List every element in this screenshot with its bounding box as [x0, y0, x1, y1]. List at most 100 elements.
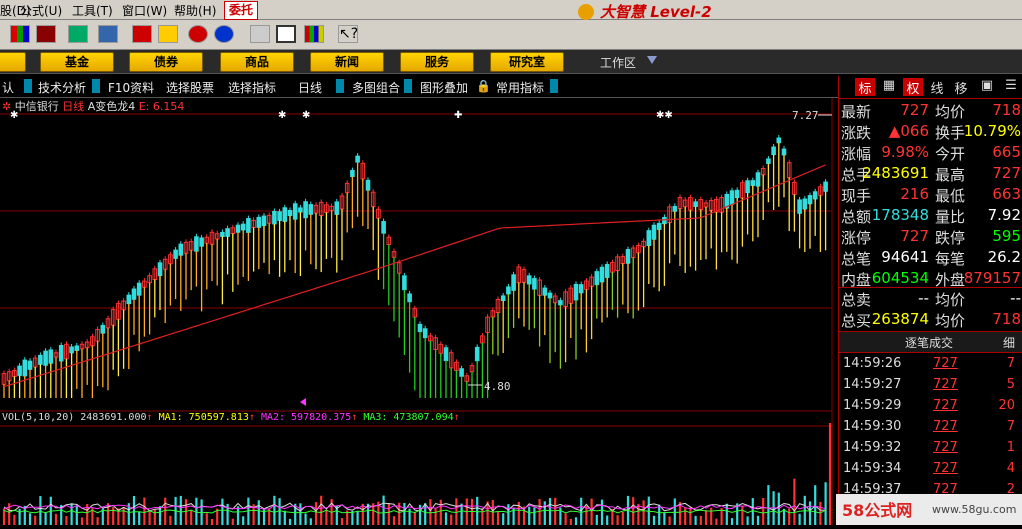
- quote-value: 879157: [963, 269, 1021, 287]
- tab-move[interactable]: 移: [951, 78, 971, 97]
- nav-button-0[interactable]: [0, 52, 26, 72]
- flag-icon[interactable]: [10, 25, 30, 43]
- period-label: 日线: [62, 100, 85, 113]
- candle-body: [58, 344, 64, 362]
- quote-value: 216: [900, 185, 929, 203]
- indicator-name[interactable]: A变色龙4: [88, 100, 136, 113]
- nav-button-fund[interactable]: 基金: [40, 52, 114, 72]
- gear-icon[interactable]: ✲: [2, 100, 11, 113]
- quote-row: 总卖 -- 均价 --: [839, 288, 1022, 309]
- menu-window[interactable]: 窗口(W): [122, 2, 167, 19]
- nav-button-research[interactable]: 研究室: [490, 52, 564, 72]
- nav-button-commodity[interactable]: 商品: [220, 52, 294, 72]
- candle-body: [334, 201, 340, 215]
- tab-select-stock[interactable]: 选择股票: [166, 79, 214, 96]
- menu-help[interactable]: 帮助(H): [174, 2, 216, 19]
- menu-formula[interactable]: 公式(U): [20, 2, 62, 19]
- nav-button-bond[interactable]: 债券: [129, 52, 203, 72]
- quote-label: 换手: [935, 124, 966, 142]
- tick-volume: 20: [998, 398, 1015, 413]
- quote-value: 263874: [871, 310, 929, 328]
- tab-arrow-icon[interactable]: [550, 79, 558, 93]
- window-icon[interactable]: [276, 25, 296, 43]
- quote-value: 10.79%: [963, 122, 1021, 140]
- quote-row: 内盘 604534 外盘 879157: [839, 268, 1022, 289]
- chart-header: ✲ 中信银行 日线 A变色龙4 E: 6.154: [2, 98, 184, 114]
- ticks-detail-tab[interactable]: 细: [1003, 334, 1015, 351]
- box-icon[interactable]: ▣: [977, 78, 997, 96]
- kline-chart[interactable]: ✱ ✱ ✱ ✚ ✱✱ 7.27 4.80: [0, 98, 838, 525]
- tick-volume: 1: [1006, 440, 1015, 455]
- tick-volume: 7: [1006, 356, 1015, 371]
- tab-tech-analysis[interactable]: 技术分析: [38, 79, 86, 96]
- tab-f10[interactable]: F10资料: [108, 79, 154, 96]
- tick-price: 727: [933, 440, 958, 455]
- candle-body: [100, 324, 106, 334]
- app-title: 大智慧 Level-2: [578, 1, 712, 21]
- delegate-button[interactable]: 委托: [224, 1, 258, 20]
- candle-body: [651, 224, 657, 240]
- menu-tools[interactable]: 工具(T): [72, 2, 113, 19]
- tab-overlay[interactable]: 图形叠加: [420, 79, 468, 96]
- tab-select-indicator[interactable]: 选择指标: [228, 79, 276, 96]
- alert-icon[interactable]: [132, 25, 152, 43]
- tick-price: 727: [933, 356, 958, 371]
- nav-button-news[interactable]: 新闻: [310, 52, 384, 72]
- quote-icon[interactable]: [36, 25, 56, 43]
- lock-icon[interactable]: 🔒: [476, 79, 491, 93]
- tick-time: 14:59:29: [843, 398, 902, 413]
- globe-icon[interactable]: [214, 25, 234, 43]
- tick-time: 14:59:34: [843, 461, 902, 476]
- candle-body: [417, 323, 423, 333]
- list-icon[interactable]: ☰: [1001, 78, 1021, 96]
- workarea-label[interactable]: 工作区: [600, 54, 636, 71]
- candle-body: [282, 207, 288, 222]
- quote-label: 均价: [935, 103, 966, 121]
- chart-area[interactable]: ✱ ✱ ✱ ✚ ✱✱ 7.27 4.80 ✲ 中信银行 日线 A变色龙4 E: …: [0, 98, 838, 525]
- candle-body: [662, 216, 667, 225]
- quote-label: 最新: [841, 103, 872, 121]
- tab-quote[interactable]: 标: [855, 78, 875, 97]
- tick-volume: 4: [1006, 461, 1015, 476]
- binoculars-icon[interactable]: [68, 25, 88, 43]
- tab-confirm[interactable]: 认: [2, 79, 14, 96]
- record-icon[interactable]: [188, 25, 208, 43]
- tab-common-indicator[interactable]: 常用指标: [496, 79, 544, 96]
- candle-body: [823, 181, 828, 192]
- workarea-dropdown-icon[interactable]: [647, 56, 657, 64]
- candle-body: [240, 223, 246, 231]
- quote-value: 7.92: [987, 206, 1021, 224]
- tab-arrow-icon[interactable]: [336, 79, 344, 93]
- tab-arrow-icon[interactable]: [24, 79, 32, 93]
- tab-arrow-icon[interactable]: [404, 79, 412, 93]
- candle-body: [126, 294, 132, 305]
- candle-body: [474, 346, 480, 362]
- quote-panel: 标 ▦ 权 线 移 ▣ ☰ 最新 727 均价 718 涨跌 ▲066 换手 10.79% 涨幅…: [838, 76, 1022, 525]
- candle-body: [178, 243, 184, 256]
- tick-volume: 7: [1006, 419, 1015, 434]
- help-pointer-icon[interactable]: ↖?: [338, 25, 358, 43]
- quote-row: 总笔 94641 每笔 26.2: [839, 247, 1022, 268]
- people-icon[interactable]: [98, 25, 118, 43]
- grid: [0, 113, 832, 427]
- candle-body: [604, 264, 610, 278]
- tick-row: 14:59:26 727 7: [839, 353, 1022, 374]
- grid-icon[interactable]: ▦: [879, 78, 899, 96]
- candle-body: [646, 230, 652, 247]
- candle-body: [298, 207, 303, 213]
- tick-row: 14:59:30 727 7: [839, 416, 1022, 437]
- high-price-label: 7.27: [792, 109, 819, 122]
- nav-button-service[interactable]: 服务: [400, 52, 474, 72]
- tab-daily[interactable]: 日线: [298, 79, 322, 96]
- tab-multi-chart[interactable]: 多图组合: [352, 79, 400, 96]
- tab-arrow-icon[interactable]: [92, 79, 100, 93]
- print-icon[interactable]: [250, 25, 270, 43]
- candle-body: [734, 189, 740, 199]
- books-icon[interactable]: [304, 25, 324, 43]
- tick-row: 14:59:34 727 4: [839, 458, 1022, 479]
- candle-body: [672, 205, 678, 212]
- warning-icon[interactable]: [158, 25, 178, 43]
- tab-rights[interactable]: 权: [903, 78, 923, 97]
- candle-body: [511, 274, 516, 291]
- tab-line[interactable]: 线: [927, 78, 947, 97]
